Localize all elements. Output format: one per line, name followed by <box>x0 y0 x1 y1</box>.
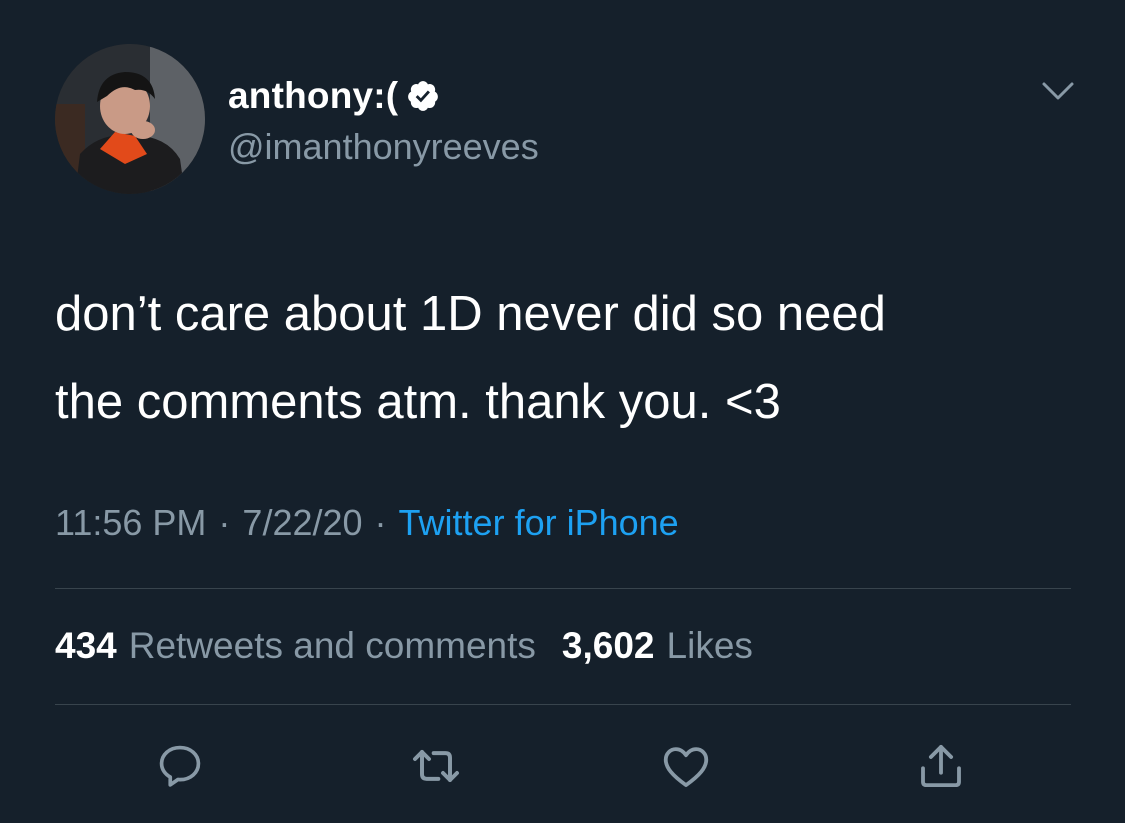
tweet-date: 7/22/20 <box>242 502 363 543</box>
like-button[interactable] <box>658 738 714 794</box>
divider <box>55 704 1071 705</box>
share-upload-icon <box>921 744 961 788</box>
avatar[interactable] <box>55 44 205 194</box>
reply-button[interactable] <box>152 738 208 794</box>
likes-count[interactable]: 3,602 <box>562 625 655 667</box>
action-bar <box>0 738 1125 798</box>
chevron-down-icon[interactable] <box>1040 78 1076 104</box>
retweet-arrows-icon <box>413 750 459 782</box>
tweet-time: 11:56 PM <box>55 502 207 543</box>
avatar-photo <box>55 44 205 194</box>
tweet-text: don’t care about 1D never did so need th… <box>55 287 886 429</box>
meta-separator: · <box>218 502 231 543</box>
tweet-card: anthony:( @imanthonyreeves don’t care ab… <box>0 0 1125 823</box>
retweet-button[interactable] <box>408 738 464 794</box>
meta-separator: · <box>374 502 387 543</box>
divider <box>55 588 1071 589</box>
display-name[interactable]: anthony:( <box>228 75 398 117</box>
verified-badge-icon <box>406 79 440 113</box>
author-handle[interactable]: @imanthonyreeves <box>228 126 539 168</box>
tweet-stats: 434 Retweets and comments 3,602 Likes <box>55 625 753 667</box>
likes-label[interactable]: Likes <box>667 625 753 667</box>
retweets-count[interactable]: 434 <box>55 625 117 667</box>
tweet-source-link[interactable]: Twitter for iPhone <box>399 502 679 544</box>
author-name-row[interactable]: anthony:( <box>228 74 440 118</box>
tweet-meta: 11:56 PM · 7/22/20 · Twitter for iPhone <box>55 502 679 544</box>
heart-icon <box>663 747 709 788</box>
retweets-label[interactable]: Retweets and comments <box>129 625 536 667</box>
speech-bubble-icon <box>159 745 201 787</box>
share-button[interactable] <box>913 738 969 794</box>
